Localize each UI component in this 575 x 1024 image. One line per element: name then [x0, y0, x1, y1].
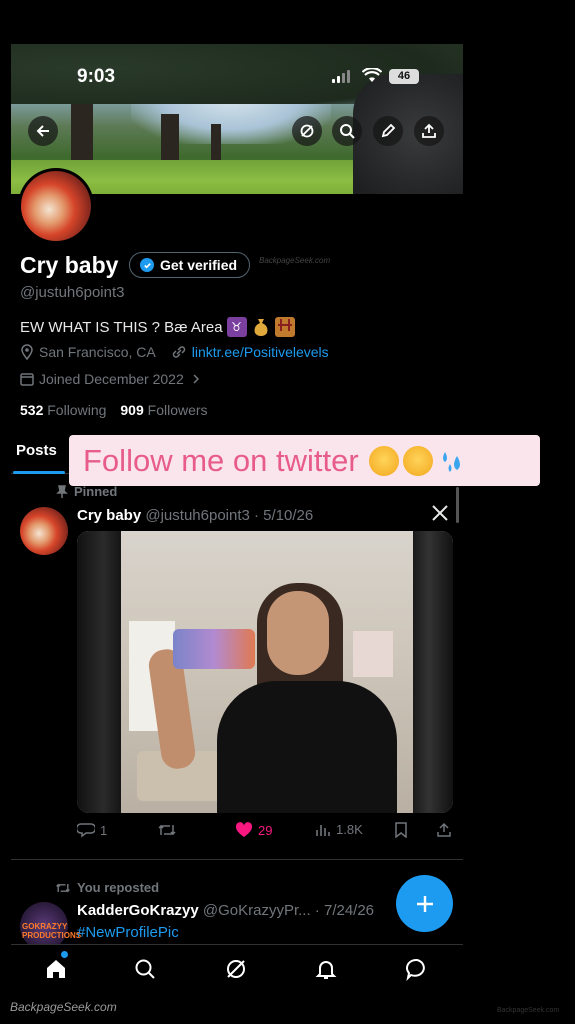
arrow-left-icon [36, 125, 49, 137]
bio-text: EW WHAT IS THIS ? Bæ Area [20, 318, 223, 336]
share-icon [437, 822, 451, 837]
like-button[interactable]: 29 [235, 822, 272, 838]
scrollbar[interactable] [456, 487, 459, 523]
promo-banner: Follow me on twitter [69, 435, 540, 486]
tab-posts[interactable]: Posts [16, 442, 57, 459]
tab-active-indicator [13, 471, 65, 474]
compose-button[interactable] [396, 875, 453, 932]
battery-icon: 46 [389, 69, 419, 84]
followers-link[interactable]: 909 Followers [120, 402, 207, 418]
location-pin-icon [21, 344, 33, 360]
status-time: 9:03 [77, 66, 116, 87]
watermark: BackpageSeek.com [10, 1000, 117, 1014]
post-image[interactable] [77, 531, 453, 813]
search-button[interactable] [332, 116, 362, 146]
bridge-emoji-icon [274, 317, 295, 337]
nav-home[interactable] [44, 957, 70, 983]
pencil-icon [381, 123, 396, 138]
post-divider [11, 859, 463, 860]
post-author-name: Cry baby [77, 507, 142, 524]
verified-badge-icon [140, 258, 154, 272]
status-bar: 9:03 46 [11, 62, 463, 92]
repost-icon [56, 883, 70, 892]
views-count: 1.8K [336, 822, 363, 837]
nav-grok[interactable] [224, 957, 250, 983]
post-header[interactable]: Cry baby @justuh6point3 · 5/10/26 [77, 507, 313, 524]
location-text: San Francisco, CA [39, 344, 156, 360]
bookmark-icon [395, 822, 407, 838]
chevron-right-icon [193, 374, 199, 384]
profile-bio: EW WHAT IS THIS ? Bæ Area ♉ [20, 317, 295, 337]
sweat-droplets-emoji-icon [437, 446, 467, 476]
joined-text: Joined December 2022 [39, 371, 184, 387]
wifi-icon [361, 67, 383, 89]
views-chart-icon [316, 824, 330, 836]
reply-icon [77, 823, 95, 838]
profile-meta-row: San Francisco, CA linktr.ee/Positiveleve… [20, 344, 329, 360]
back-button[interactable] [28, 116, 58, 146]
pinned-label: Pinned [56, 484, 117, 499]
following-link[interactable]: 532 Following [20, 402, 106, 418]
pin-icon [56, 484, 68, 498]
repost-meta: @GoKrazyyPr... · 7/24/26 [202, 902, 375, 919]
signal-icon [332, 70, 350, 83]
post-actions: 1 29 1.8K [77, 822, 457, 842]
phone-screen: 9:03 46 Cry baby Get verified BackpageSe… [11, 44, 463, 1024]
watermark: BackpageSeek.com [259, 256, 331, 265]
plus-icon [416, 895, 433, 912]
repost-header[interactable]: KadderGoKrazyy @GoKrazyyPr... · 7/24/26 [77, 902, 374, 919]
share-button[interactable] [414, 116, 444, 146]
bookmark-button[interactable] [394, 822, 408, 838]
promo-text: Follow me on twitter [83, 442, 359, 478]
bell-icon [315, 961, 337, 979]
profile-link[interactable]: linktr.ee/Positivelevels [192, 344, 329, 360]
post-share-button[interactable] [436, 822, 452, 838]
repost-hashtag[interactable]: #NewProfilePic [77, 924, 179, 941]
reply-button[interactable]: 1 [77, 822, 107, 838]
bottom-nav [11, 944, 463, 994]
repost-button[interactable] [157, 822, 177, 838]
edit-button[interactable] [373, 116, 403, 146]
profile-name: Cry baby [20, 252, 119, 278]
grok-button[interactable] [292, 116, 322, 146]
post-meta: @justuh6point3 · 5/10/26 [145, 507, 314, 524]
joined-row: Joined December 2022 [20, 371, 200, 387]
get-verified-button[interactable]: Get verified [129, 252, 251, 278]
kiss-emoji-icon [368, 445, 399, 476]
repost-icon [158, 824, 176, 836]
grok-icon [227, 960, 245, 978]
taurus-emoji-icon: ♉ [226, 317, 247, 337]
wink-emoji-icon [402, 445, 433, 476]
x-logo-icon [431, 504, 449, 527]
calendar-icon [20, 373, 34, 386]
watermark: BackpageSeek.com [497, 1007, 560, 1014]
home-notification-dot [61, 951, 68, 958]
reply-count: 1 [100, 822, 108, 838]
like-count: 29 [258, 822, 273, 838]
nav-notifications[interactable] [314, 957, 340, 983]
home-icon [47, 960, 65, 978]
views-button[interactable]: 1.8K [315, 822, 363, 837]
grok-icon [300, 124, 314, 138]
repost-author-name: KadderGoKrazyy [77, 902, 199, 919]
search-icon [340, 124, 355, 139]
profile-avatar[interactable] [18, 168, 94, 244]
post-author-avatar[interactable] [20, 507, 68, 555]
search-icon [135, 959, 155, 979]
money-bag-emoji-icon [251, 317, 271, 337]
link-icon [172, 346, 185, 358]
nav-search[interactable] [133, 957, 159, 983]
repost-author-avatar[interactable]: GOKRAZYY PRODUCTIONS [20, 902, 81, 950]
message-icon [406, 958, 425, 982]
reposted-label: You reposted [55, 880, 159, 895]
get-verified-label: Get verified [160, 257, 238, 273]
nav-messages[interactable] [405, 957, 431, 983]
heart-icon [235, 822, 253, 837]
follow-counts: 532 Following 909 Followers [20, 402, 208, 418]
profile-handle: @justuh6point3 [20, 284, 125, 301]
share-icon [422, 123, 436, 138]
